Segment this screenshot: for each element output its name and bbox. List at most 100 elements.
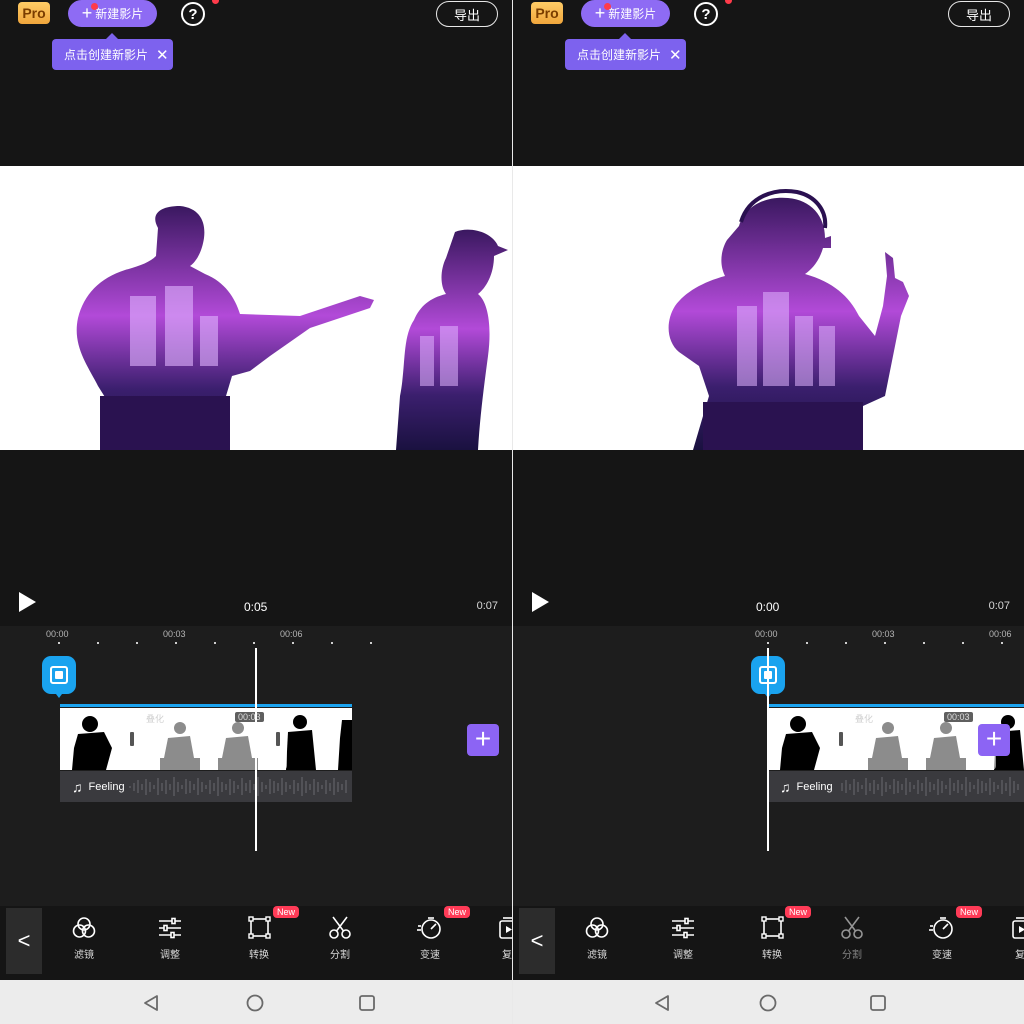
preview-frame-image bbox=[668, 189, 909, 450]
play-button[interactable] bbox=[532, 592, 549, 612]
time-ruler: 00:00 00:03 00:06 bbox=[513, 626, 1024, 650]
back-button[interactable]: < bbox=[6, 908, 42, 974]
time-ruler: 00:00 00:03 00:06 bbox=[0, 626, 512, 650]
audio-track-name: Feeling bbox=[796, 781, 833, 793]
export-button[interactable]: 导出 bbox=[948, 1, 1010, 27]
tool-label: 变速 bbox=[420, 950, 440, 961]
tool-speed[interactable]: 变速 bbox=[400, 916, 460, 961]
adjust-sliders-icon bbox=[159, 917, 181, 939]
playhead[interactable] bbox=[767, 648, 769, 851]
new-movie-label: 新建影片 bbox=[608, 7, 657, 21]
nav-back-icon[interactable] bbox=[653, 994, 671, 1012]
back-button[interactable]: < bbox=[519, 908, 555, 974]
tool-transform[interactable]: 转换 bbox=[229, 916, 289, 961]
create-movie-tooltip: 点击创建新影片 ✕ bbox=[52, 33, 173, 70]
current-time: 0:00 bbox=[756, 600, 780, 614]
help-button[interactable]: ? bbox=[694, 2, 718, 26]
nav-recents-icon[interactable] bbox=[358, 994, 376, 1012]
create-movie-tooltip: 点击创建新影片 ✕ bbox=[565, 33, 686, 70]
transition-block[interactable]: 叠化 00:03 bbox=[122, 708, 287, 770]
ruler-tick bbox=[175, 642, 177, 644]
transition-duration: 00:03 bbox=[235, 712, 264, 722]
ruler-tick bbox=[884, 642, 886, 644]
timeline-area[interactable]: 00:00 00:03 00:06 叠化 00:03 ♫ Feeling + bbox=[513, 626, 1024, 906]
tool-adjust[interactable]: 调整 bbox=[653, 916, 713, 961]
ruler-tick bbox=[1001, 642, 1003, 644]
playhead[interactable] bbox=[255, 648, 257, 851]
audio-track-label: ♫ Feeling bbox=[780, 779, 833, 795]
transition-right-handle[interactable] bbox=[276, 732, 280, 746]
new-movie-button[interactable]: + 新建影片 bbox=[68, 0, 157, 27]
new-badge: New bbox=[444, 906, 471, 918]
total-time: 0:07 bbox=[476, 600, 498, 612]
tool-adjust[interactable]: 调整 bbox=[140, 916, 200, 961]
selected-clip-indicator bbox=[768, 704, 1024, 707]
nav-home-icon[interactable] bbox=[246, 994, 264, 1012]
close-icon[interactable]: ✕ bbox=[669, 46, 682, 64]
tool-label: 复 bbox=[1015, 950, 1024, 961]
ruler-tick bbox=[767, 642, 769, 644]
pro-badge[interactable]: Pro bbox=[18, 2, 50, 24]
tool-label: 分割 bbox=[842, 950, 862, 961]
nav-recents-icon[interactable] bbox=[869, 994, 887, 1012]
new-badge: New bbox=[273, 906, 300, 918]
clip-icon bbox=[50, 666, 68, 684]
add-clip-button[interactable]: + bbox=[467, 724, 499, 756]
ruler-tick bbox=[253, 642, 255, 644]
audio-track[interactable]: ♫ Feeling bbox=[60, 771, 352, 802]
scissors-icon bbox=[329, 916, 351, 939]
tool-label: 复 bbox=[502, 950, 512, 961]
duplicate-icon bbox=[1012, 917, 1024, 939]
transition-name: 叠化 bbox=[855, 714, 874, 724]
notification-dot bbox=[604, 3, 611, 10]
tool-speed[interactable]: 变速 bbox=[912, 916, 972, 961]
transition-left-handle[interactable] bbox=[130, 732, 134, 746]
new-movie-label: 新建影片 bbox=[95, 7, 144, 21]
filter-icon bbox=[585, 917, 609, 938]
nav-home-icon[interactable] bbox=[759, 994, 777, 1012]
speed-icon bbox=[929, 917, 953, 939]
bottom-toolbar: < 滤镜 调整 转换 New 分割 变速 New 复 bbox=[0, 906, 512, 980]
tool-label: 变速 bbox=[932, 950, 952, 961]
chevron-left-icon: < bbox=[530, 928, 544, 953]
ruler-label: 00:00 bbox=[46, 629, 69, 639]
video-preview[interactable] bbox=[0, 166, 512, 450]
tool-filter[interactable]: 滤镜 bbox=[54, 916, 114, 961]
tool-label: 分割 bbox=[330, 950, 350, 961]
audio-track-label: ♫ Feeling bbox=[72, 779, 125, 795]
tool-split[interactable]: 分割 bbox=[310, 916, 370, 961]
ruler-label: 00:03 bbox=[163, 629, 186, 639]
transition-block[interactable]: 叠化 00:03 bbox=[831, 708, 996, 770]
ruler-tick bbox=[331, 642, 333, 644]
tool-transform[interactable]: 转换 bbox=[742, 916, 802, 961]
tool-duplicate[interactable]: 复 bbox=[484, 916, 512, 961]
transform-icon bbox=[761, 916, 784, 939]
ruler-tick bbox=[845, 642, 847, 644]
clip-selector-handle[interactable] bbox=[42, 656, 76, 702]
speed-icon bbox=[417, 917, 441, 939]
music-note-icon: ♫ bbox=[72, 779, 83, 795]
audio-track[interactable]: ♫ Feeling bbox=[768, 771, 1024, 802]
tooltip-text: 点击创建新影片 bbox=[64, 48, 149, 62]
tool-split[interactable]: 分割 bbox=[822, 916, 882, 961]
close-icon[interactable]: ✕ bbox=[156, 46, 169, 64]
tooltip-text: 点击创建新影片 bbox=[577, 48, 662, 62]
nav-back-icon[interactable] bbox=[142, 994, 160, 1012]
video-preview[interactable] bbox=[513, 166, 1024, 450]
system-nav-bar bbox=[0, 980, 512, 1024]
pro-badge[interactable]: Pro bbox=[531, 2, 563, 24]
transition-left-handle[interactable] bbox=[839, 732, 843, 746]
help-button[interactable]: ? bbox=[181, 2, 205, 26]
new-movie-button[interactable]: + 新建影片 bbox=[581, 0, 670, 27]
play-button[interactable] bbox=[19, 592, 36, 612]
ruler-tick bbox=[962, 642, 964, 644]
export-button[interactable]: 导出 bbox=[436, 1, 498, 27]
tool-label: 转换 bbox=[762, 950, 782, 961]
scissors-icon bbox=[841, 916, 863, 939]
timeline-area[interactable]: 00:00 00:03 00:06 叠化 00:03 ♫ Feeling + bbox=[0, 626, 512, 906]
total-time: 0:07 bbox=[988, 600, 1010, 612]
tool-label: 滤镜 bbox=[587, 950, 607, 961]
tool-duplicate[interactable]: 复 bbox=[997, 916, 1024, 961]
tool-filter[interactable]: 滤镜 bbox=[567, 916, 627, 961]
add-clip-button[interactable]: + bbox=[978, 724, 1010, 756]
